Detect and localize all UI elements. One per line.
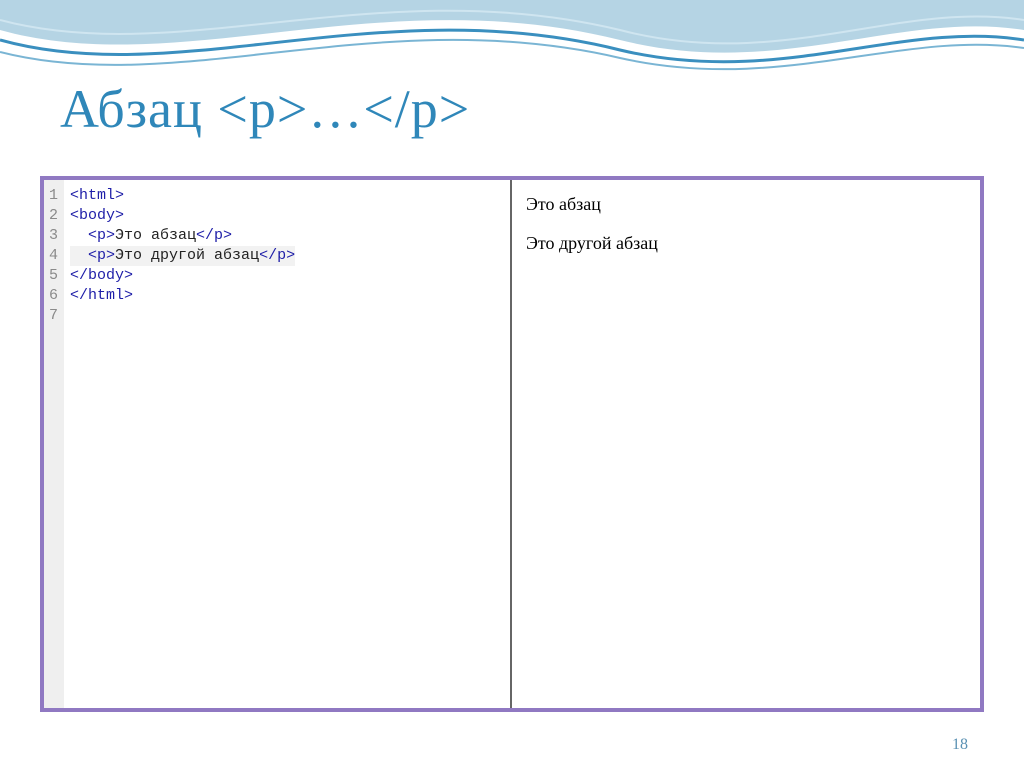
line-number: 7	[48, 306, 58, 326]
slide-title: Абзац <p>…</p>	[60, 78, 470, 140]
rendered-output: Это абзац Это другой абзац	[512, 180, 980, 708]
line-number: 6	[48, 286, 58, 306]
line-number-gutter: 1234567	[44, 180, 64, 708]
line-number: 5	[48, 266, 58, 286]
line-number: 2	[48, 206, 58, 226]
code-line: <body>	[70, 206, 295, 226]
page-number: 18	[952, 736, 968, 754]
line-number: 3	[48, 226, 58, 246]
line-number: 4	[48, 246, 58, 266]
line-number: 1	[48, 186, 58, 206]
example-panel: 1234567 <html><body> <p>Это абзац</p> <p…	[40, 176, 984, 712]
decorative-wave	[0, 0, 1024, 90]
code-line: <html>	[70, 186, 295, 206]
code-line: </body>	[70, 266, 295, 286]
code-content: <html><body> <p>Это абзац</p> <p>Это дру…	[64, 180, 301, 708]
code-editor: 1234567 <html><body> <p>Это абзац</p> <p…	[44, 180, 512, 708]
paragraph-1: Это абзац	[526, 194, 966, 215]
code-line: <p>Это другой абзац</p>	[70, 246, 295, 266]
paragraph-2: Это другой абзац	[526, 233, 966, 254]
code-line: <p>Это абзац</p>	[70, 226, 295, 246]
code-line: </html>	[70, 286, 295, 306]
code-line	[70, 306, 295, 326]
